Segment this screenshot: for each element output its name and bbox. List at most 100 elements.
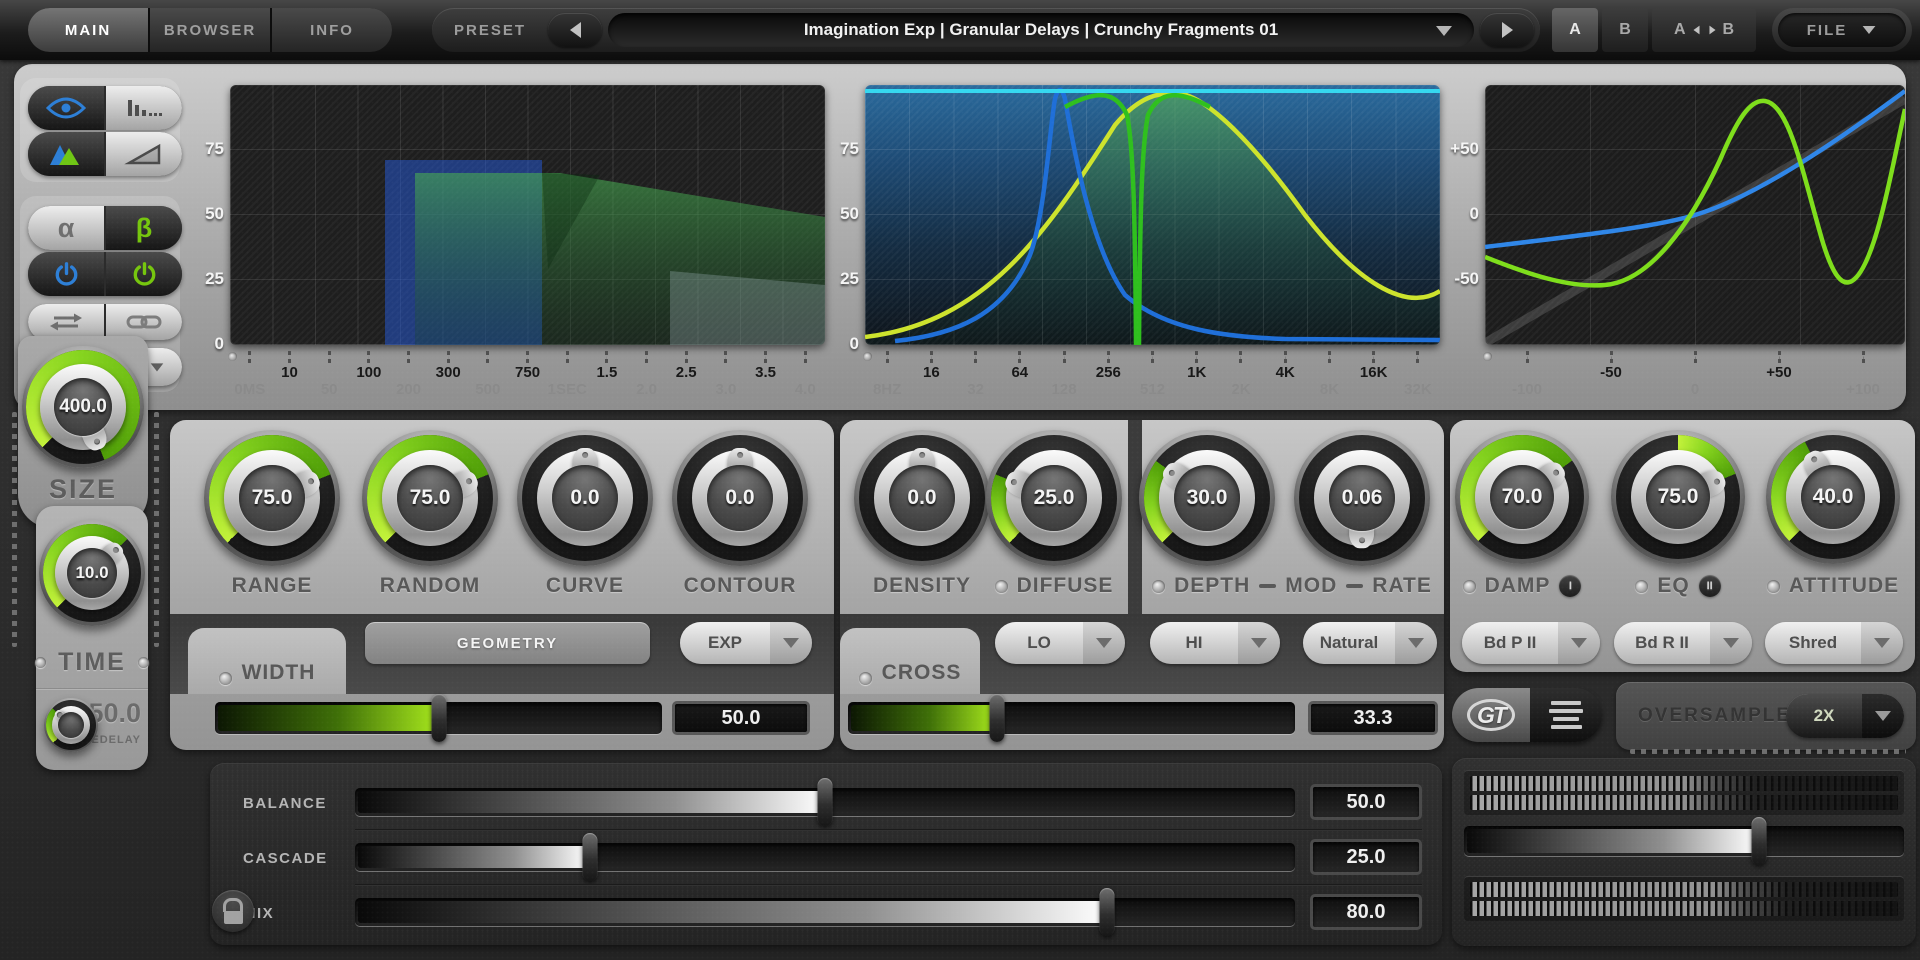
knob-value: 10.0 xyxy=(75,563,108,583)
preset-dropdown-icon[interactable] xyxy=(1436,26,1452,36)
hi-select[interactable]: HI xyxy=(1150,622,1280,664)
predelay-knob[interactable] xyxy=(44,698,98,752)
triangle-outline-button[interactable] xyxy=(106,132,182,176)
eq-mode-select[interactable]: Bd R II xyxy=(1614,622,1752,664)
preset-display[interactable]: Imagination Exp | Granular Delays | Crun… xyxy=(608,13,1474,47)
tab-main[interactable]: MAIN xyxy=(28,8,148,52)
output-level-slider[interactable] xyxy=(1464,826,1904,856)
power-a-button[interactable] xyxy=(28,252,104,296)
envelope-shapes xyxy=(230,85,825,345)
balance-slider[interactable] xyxy=(355,788,1295,816)
range-knob[interactable]: 75.0 xyxy=(204,430,340,566)
list-icon-line2 xyxy=(1549,709,1583,713)
depth-knob[interactable]: 30.0 xyxy=(1139,430,1275,566)
balance-value[interactable]: 50.0 xyxy=(1310,784,1422,820)
x-tick-label-major: 100 xyxy=(356,364,381,382)
damp-mode-select[interactable]: Bd P II xyxy=(1462,622,1600,664)
power-b-button[interactable] xyxy=(106,252,182,296)
slider-handle[interactable] xyxy=(818,778,833,826)
slider-handle[interactable] xyxy=(583,833,598,881)
mix-lock-button[interactable] xyxy=(212,890,254,932)
gt-logo-button[interactable]: GT xyxy=(1452,688,1530,742)
rate-knob[interactable]: 0.06 xyxy=(1294,430,1430,566)
link-button[interactable] xyxy=(106,304,182,340)
preset-next-button[interactable] xyxy=(1480,13,1534,47)
mix-slider[interactable] xyxy=(355,898,1295,926)
damp-badge[interactable]: I xyxy=(1559,575,1581,597)
x-tick: +50 xyxy=(1737,351,1821,403)
tone-panel: 70.075.040.0DAMPIEQIIATTITUDEBd P IIBd R… xyxy=(1450,420,1915,672)
x-tick-label-minor: 8K xyxy=(1320,382,1339,400)
spectrum-plot[interactable] xyxy=(865,85,1440,345)
label-text: EQ xyxy=(1657,574,1689,598)
transfer-axis-led xyxy=(1483,352,1492,361)
cascade-slider[interactable] xyxy=(355,843,1295,871)
dual-triangles-button[interactable] xyxy=(28,132,104,176)
compare-b-button[interactable]: B xyxy=(1602,8,1648,52)
knob-face: 40.0 xyxy=(1801,465,1865,529)
size-knob[interactable]: 400.0 xyxy=(22,346,144,468)
knob-face: 400.0 xyxy=(54,378,113,437)
knob-value: 75.0 xyxy=(252,486,293,510)
cross-slider[interactable] xyxy=(848,702,1295,734)
damp-led xyxy=(1463,580,1476,593)
x-tick: 256 xyxy=(1086,351,1130,403)
lock-icon xyxy=(223,898,243,912)
file-menu-button[interactable]: FILE xyxy=(1772,8,1912,52)
eq-knob[interactable]: 75.0 xyxy=(1611,430,1745,564)
width-slider[interactable] xyxy=(215,702,662,734)
input-meter-bar-1 xyxy=(1470,776,1898,791)
tab-info[interactable]: INFO xyxy=(272,8,392,52)
x-tick: 8K xyxy=(1307,351,1351,403)
cascade-value[interactable]: 25.0 xyxy=(1310,839,1422,875)
meter-bars-button[interactable] xyxy=(106,86,182,130)
slider-handle[interactable] xyxy=(989,694,1004,742)
shape-select-arrow xyxy=(770,622,812,664)
oversample-select[interactable]: 2X xyxy=(1786,694,1904,738)
slider-handle[interactable] xyxy=(1100,888,1115,936)
grain-envelope-plot[interactable] xyxy=(230,85,825,345)
damp-knob[interactable]: 70.0 xyxy=(1455,430,1589,564)
slider-fill xyxy=(358,846,587,868)
lo-select[interactable]: LO xyxy=(995,622,1125,664)
transfer-curve-plot[interactable] xyxy=(1485,85,1905,345)
diffuse-knob[interactable]: 25.0 xyxy=(986,430,1122,566)
compare-ab-a: A xyxy=(1674,21,1686,39)
preset-prev-button[interactable] xyxy=(548,13,602,47)
x-tick-label-minor: 50 xyxy=(321,382,338,400)
curve-knob[interactable]: 0.0 xyxy=(517,430,653,566)
chevron-down-icon xyxy=(1408,638,1424,648)
eq-badge[interactable]: II xyxy=(1699,575,1721,597)
geometry-button[interactable]: GEOMETRY xyxy=(365,622,650,664)
alpha-button[interactable]: α xyxy=(28,206,104,250)
time-knob[interactable]: 10.0 xyxy=(39,520,145,626)
eye-button[interactable] xyxy=(28,86,104,130)
preset-name: Imagination Exp | Granular Delays | Crun… xyxy=(804,20,1278,40)
y-tick-label: -50 xyxy=(1437,269,1479,289)
compare-ab-button[interactable]: A B xyxy=(1652,8,1756,52)
oversample-label: OVERSAMPLE xyxy=(1638,705,1791,727)
y-tick-label: 25 xyxy=(182,269,224,289)
compare-a-button[interactable]: A xyxy=(1552,8,1598,52)
tab-browser[interactable]: BROWSER xyxy=(150,8,270,52)
beta-button[interactable]: β xyxy=(106,206,182,250)
shape-select[interactable]: EXP xyxy=(680,622,812,664)
density-knob[interactable]: 0.0 xyxy=(854,430,990,566)
slider-handle[interactable] xyxy=(1751,817,1766,865)
attitude-mode-select[interactable]: Shred xyxy=(1765,622,1903,664)
slider-fill xyxy=(1467,829,1756,853)
slider-handle[interactable] xyxy=(431,694,446,742)
attitude-knob[interactable]: 40.0 xyxy=(1766,430,1900,564)
cross-value[interactable]: 33.3 xyxy=(1308,701,1438,735)
width-value[interactable]: 50.0 xyxy=(672,701,810,735)
mod-shape-select[interactable]: Natural xyxy=(1303,622,1437,664)
random-knob[interactable]: 75.0 xyxy=(362,430,498,566)
x-tick-label-major: 16K xyxy=(1360,364,1388,382)
swap-button[interactable] xyxy=(28,304,104,340)
preset-list-button[interactable] xyxy=(1530,688,1602,742)
mix-value[interactable]: 80.0 xyxy=(1310,894,1422,930)
contour-knob[interactable]: 0.0 xyxy=(672,430,808,566)
time-led-right xyxy=(138,657,149,668)
dotted-divider-left xyxy=(12,412,17,647)
knob-value: 0.0 xyxy=(725,486,754,510)
